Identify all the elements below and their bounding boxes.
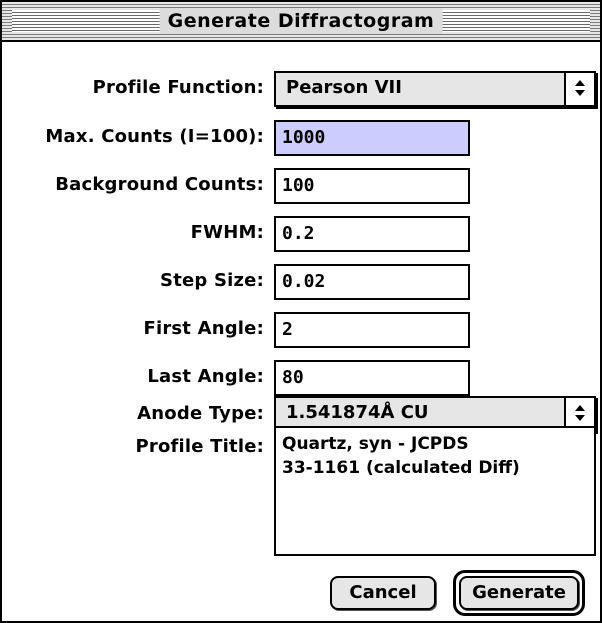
fwhm-label: FWHM:	[190, 222, 264, 243]
background-counts-label: Background Counts:	[55, 174, 264, 195]
max-counts-label: Max. Counts (I=100):	[45, 126, 264, 147]
profile-function-label: Profile Function:	[92, 77, 264, 98]
up-down-arrows-icon	[564, 73, 594, 105]
dialog-window: Generate Diffractogram Profile Function:…	[0, 0, 602, 623]
generate-button[interactable]: Generate	[459, 576, 579, 610]
title-bar[interactable]: Generate Diffractogram	[2, 2, 600, 42]
step-size-field[interactable]: 0.02	[274, 264, 470, 300]
first-angle-label: First Angle:	[143, 318, 264, 339]
max-counts-field[interactable]: 1000	[274, 120, 470, 156]
profile-function-popup[interactable]: Pearson VII	[274, 71, 596, 107]
first-angle-field[interactable]: 2	[274, 312, 470, 348]
window-title: Generate Diffractogram	[159, 8, 443, 34]
step-size-label: Step Size:	[160, 270, 264, 291]
profile-title-textarea[interactable]: Quartz, syn - JCPDS 33-1161 (calculated …	[274, 426, 596, 556]
anode-type-label: Anode Type:	[137, 403, 264, 424]
background-counts-field[interactable]: 100	[274, 168, 470, 204]
anode-type-value: 1.541874Å CU	[286, 402, 429, 423]
cancel-button[interactable]: Cancel	[330, 576, 436, 610]
profile-title-label: Profile Title:	[135, 436, 264, 457]
last-angle-field[interactable]: 80	[274, 360, 470, 396]
fwhm-field[interactable]: 0.2	[274, 216, 470, 252]
last-angle-label: Last Angle:	[147, 366, 264, 387]
profile-function-value: Pearson VII	[286, 77, 402, 98]
